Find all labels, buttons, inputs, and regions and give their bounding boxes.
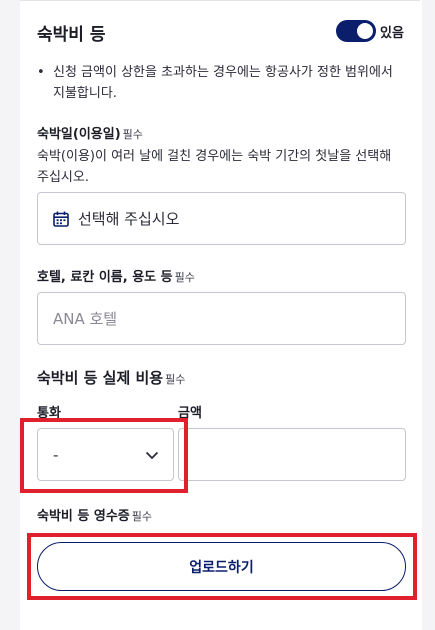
hotel-name-input[interactable]: ANA 호텔 — [37, 292, 406, 345]
stay-date-placeholder: 선택해 주십시오 — [78, 210, 180, 228]
calendar-icon — [52, 210, 70, 228]
stay-date-picker[interactable]: 선택해 주십시오 — [37, 192, 406, 245]
toggle-label: 있음 — [380, 25, 404, 41]
highlight-box-upload — [27, 533, 417, 600]
hotel-label-text: 호텔, 료칸 이름, 용도 등 — [37, 270, 173, 285]
required-tag: 필수 — [131, 510, 153, 523]
receipt-label: 숙박비 등 영수증 필수 — [37, 505, 152, 524]
actual-cost-title: 숙박비 등 실제 비용 필수 — [37, 367, 185, 388]
actual-cost-title-text: 숙박비 등 실제 비용 — [37, 369, 164, 387]
required-tag: 필수 — [122, 128, 143, 141]
lodging-toggle[interactable]: 있음 — [336, 20, 404, 42]
required-tag: 필수 — [165, 373, 186, 386]
limit-note-text: 신청 금액이 상한을 초과하는 경우에는 항공사가 정한 범위에서 지불합니다. — [53, 65, 393, 101]
bullet-icon: • — [37, 65, 45, 80]
stay-date-label: 숙박일(이용일) 필수 — [37, 123, 143, 142]
required-tag: 필수 — [174, 271, 195, 284]
toggle-knob — [357, 23, 373, 39]
toggle-switch[interactable] — [336, 20, 376, 42]
hotel-placeholder: ANA 호텔 — [53, 310, 118, 328]
amount-input[interactable] — [178, 428, 406, 481]
hotel-label: 호텔, 료칸 이름, 용도 등 필수 — [37, 266, 195, 285]
stay-date-label-text: 숙박일(이용일) — [37, 127, 121, 142]
highlight-box-currency — [20, 418, 188, 493]
limit-note: • 신청 금액이 상한을 초과하는 경우에는 항공사가 정한 범위에서 지불합니… — [37, 62, 407, 104]
section-title: 숙박비 등 — [37, 25, 106, 45]
top-divider — [20, 0, 420, 1]
receipt-label-text: 숙박비 등 영수증 — [37, 509, 130, 524]
stay-date-help: 숙박(이용)이 여러 날에 걸친 경우에는 숙박 기간의 첫날을 선택해 주십시… — [37, 149, 392, 185]
